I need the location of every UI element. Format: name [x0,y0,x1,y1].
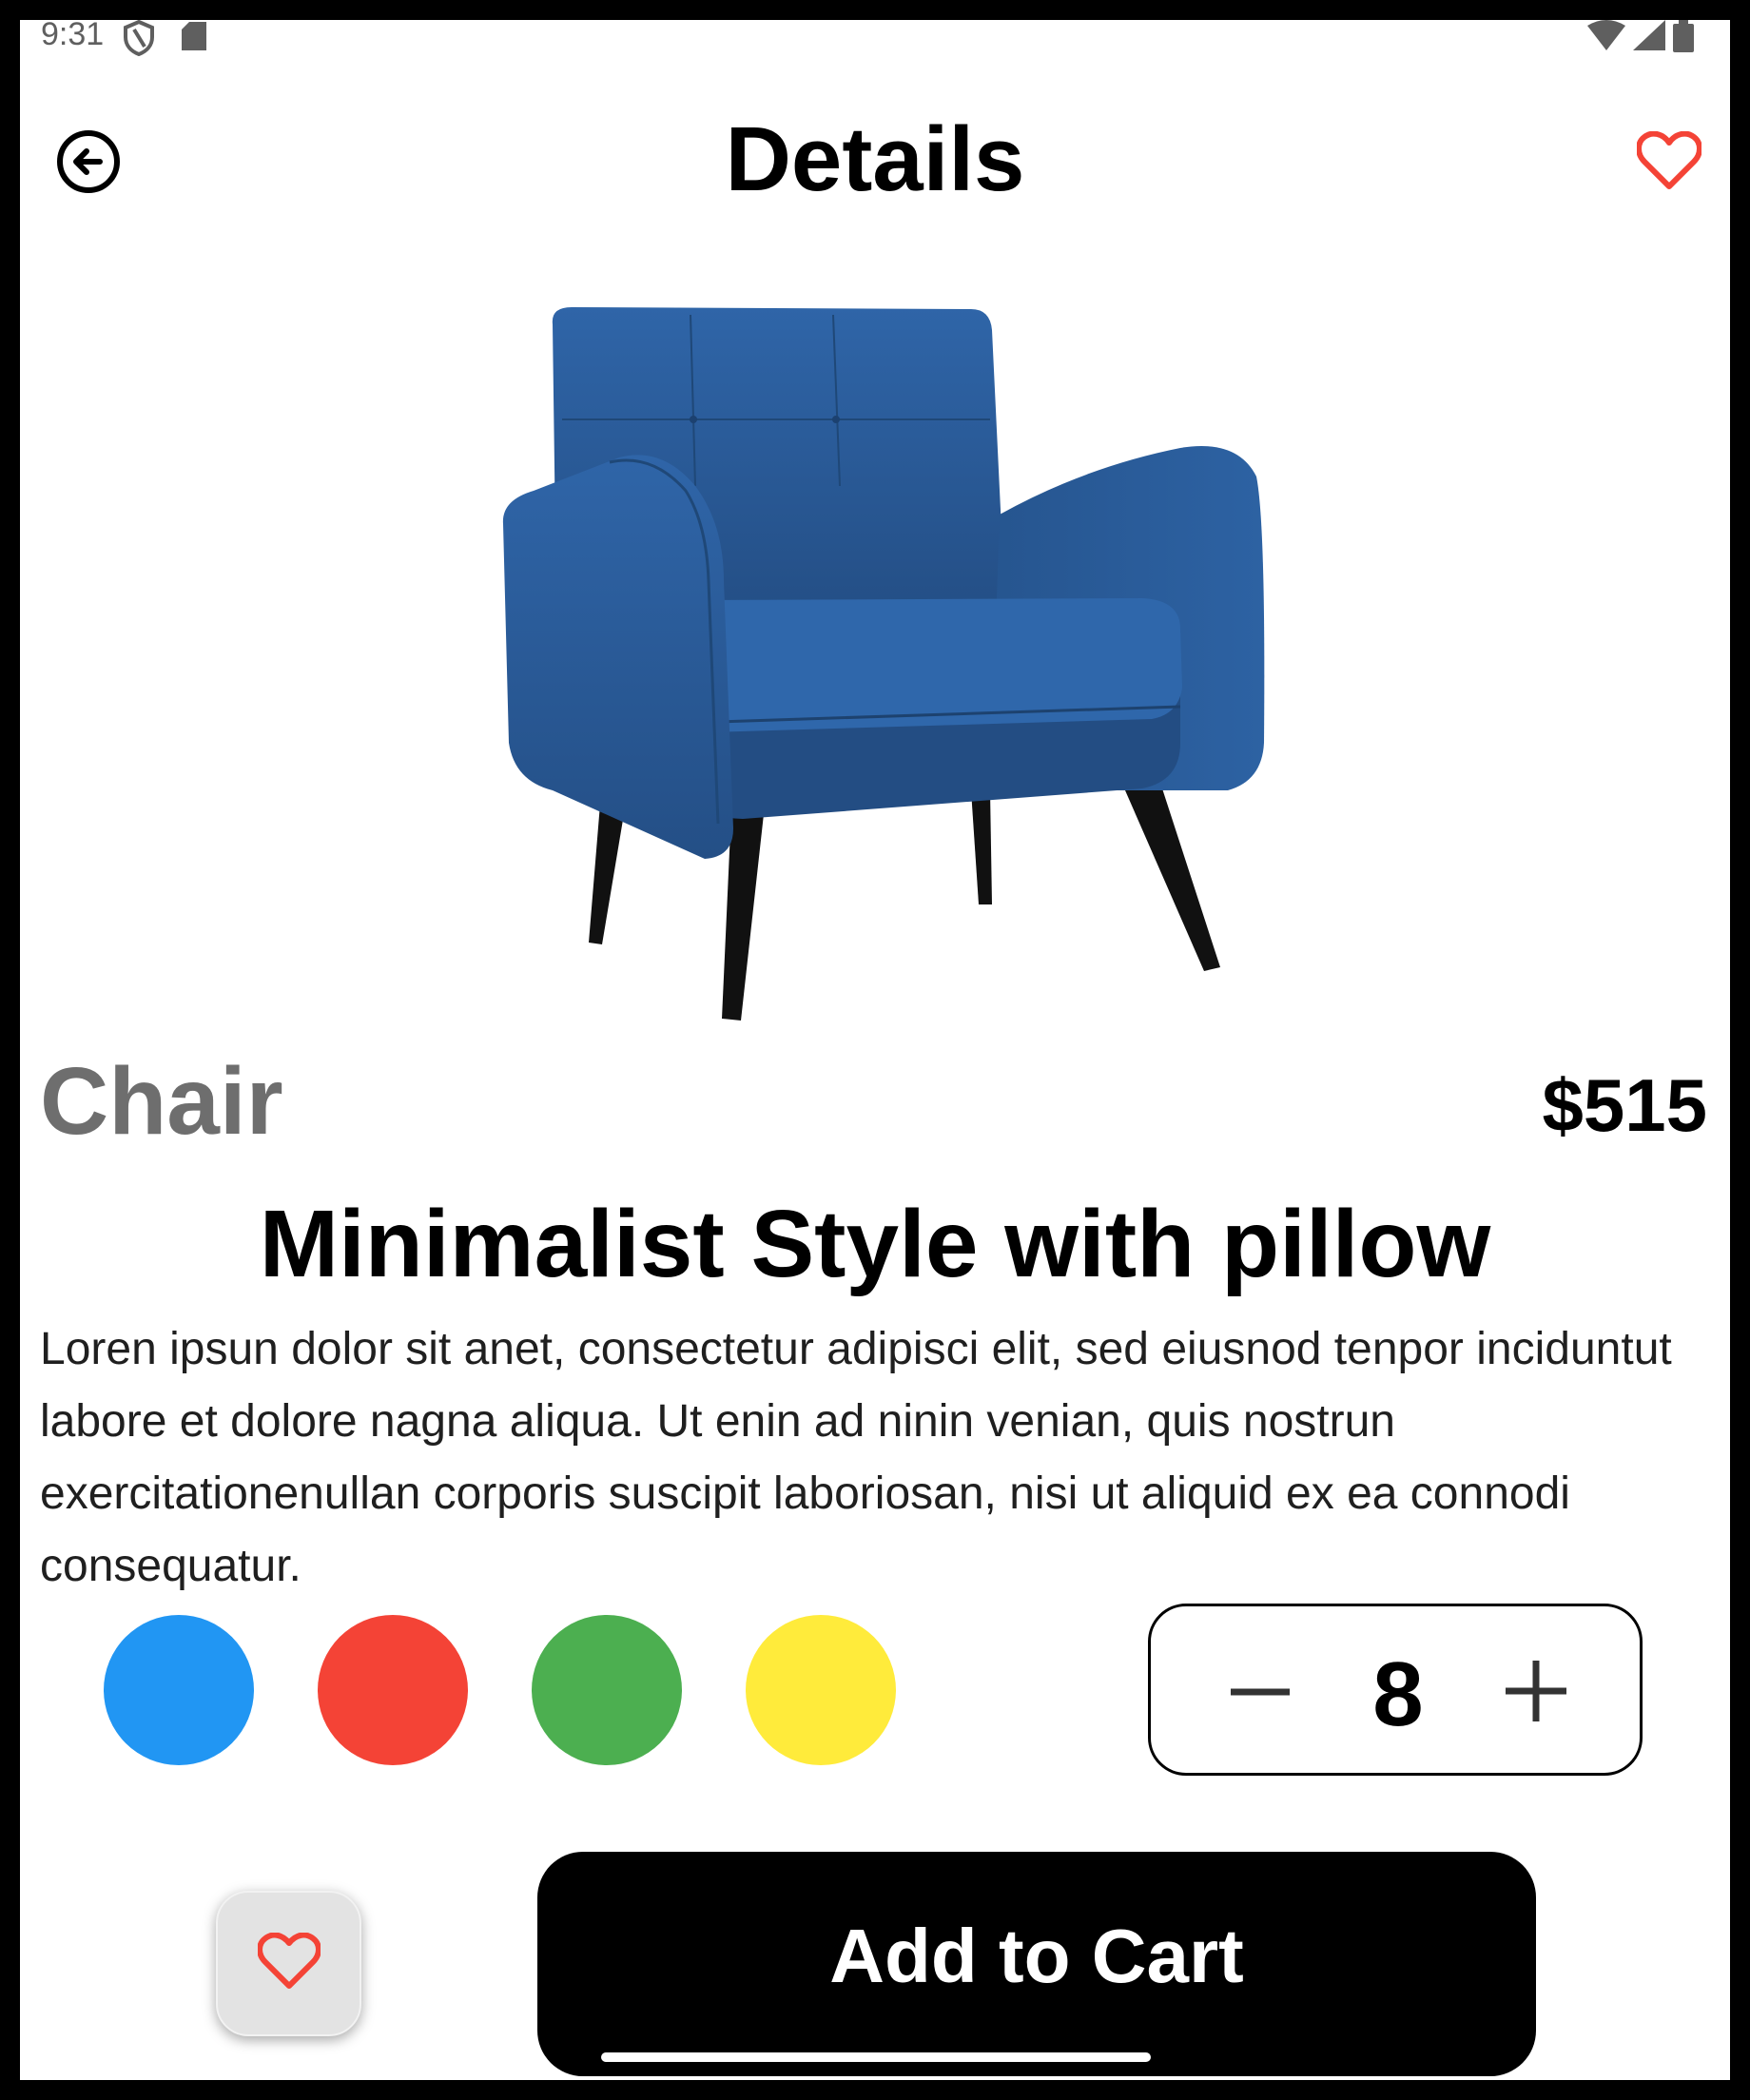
quantity-stepper: 8 [1148,1604,1643,1776]
favorite-bottom-button[interactable] [216,1891,361,2036]
color-swatch-yellow[interactable] [746,1615,896,1765]
battery-icon [1673,20,1694,57]
product-price: $515 [1542,1063,1707,1147]
page-title: Details [725,108,1025,210]
wifi-icon [1587,20,1625,55]
product-description: Loren ipsun dolor sit anet, consectetur … [40,1324,1672,1591]
product-category: Chair [40,1048,283,1155]
increase-quantity-button[interactable] [1498,1649,1574,1725]
heart-outline-icon [256,1932,321,1994]
color-swatch-green[interactable] [532,1615,682,1765]
favorite-button[interactable] [1631,125,1707,201]
product-title: Minimalist Style with pillow [259,1191,1491,1297]
minus-icon [1217,1688,1293,1729]
app-screen: 9:31 Details Chair $515 Minimalist Style… [20,20,1730,2080]
sd-card-icon [182,22,206,55]
quantity-value: 8 [1372,1643,1424,1745]
add-to-cart-button[interactable]: Add to Cart [537,1852,1536,2076]
product-image [496,296,1294,1038]
color-swatch-red[interactable] [318,1615,468,1765]
decrease-quantity-button[interactable] [1217,1659,1293,1725]
status-time: 9:31 [41,20,105,52]
heart-outline-icon [1636,130,1702,195]
plus-icon [1498,1661,1574,1729]
status-right-icons [1587,20,1694,57]
status-bar: 9:31 [20,20,1730,57]
shield-icon [123,20,155,61]
signal-icon [1633,20,1665,55]
color-swatch-blue[interactable] [104,1615,254,1765]
home-indicator[interactable] [601,2052,1151,2062]
